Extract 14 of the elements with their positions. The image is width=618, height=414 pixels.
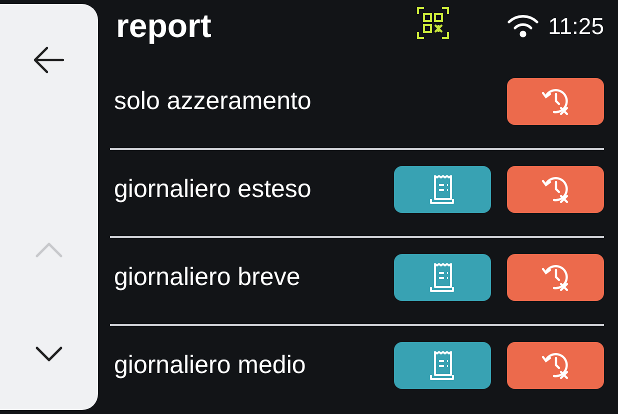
report-label: giornaliero breve (114, 262, 302, 292)
print-button[interactable] (394, 342, 491, 388)
clock-time: 11:25 (548, 12, 604, 41)
report-label: giornaliero medio (114, 350, 307, 380)
qr-scan-icon (416, 6, 450, 40)
print-button[interactable] (394, 166, 491, 212)
print-button[interactable] (394, 254, 491, 300)
reset-button[interactable] (507, 342, 604, 388)
page-title: report (116, 6, 212, 46)
reset-button[interactable] (507, 166, 604, 212)
report-label: giornaliero esteso (114, 174, 312, 204)
report-label: solo azzeramento (114, 86, 312, 116)
reset-button[interactable] (507, 78, 604, 124)
reset-button[interactable] (507, 254, 604, 300)
